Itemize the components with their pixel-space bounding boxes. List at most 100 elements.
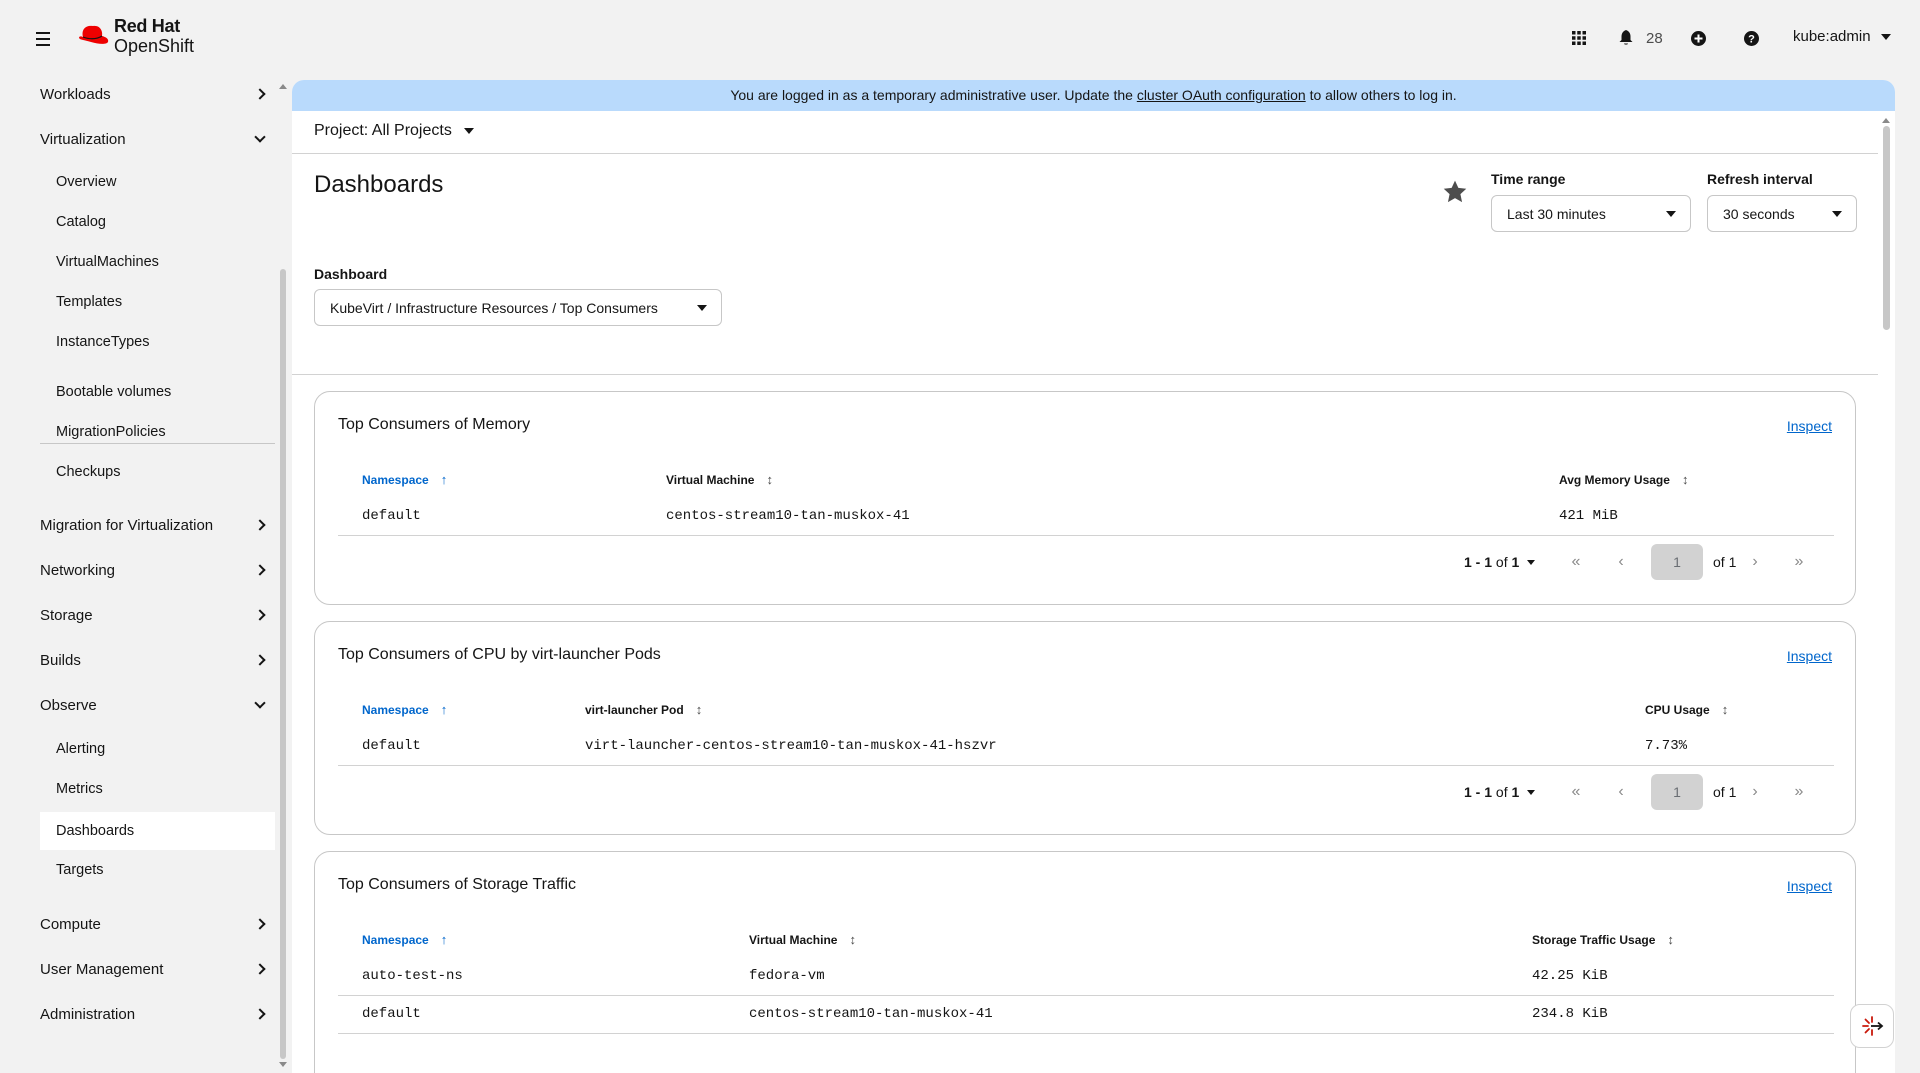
nav-label: Bootable volumes	[56, 384, 172, 400]
previous-page-icon[interactable]: ‹	[1611, 783, 1631, 801]
nav-checkups[interactable]: Checkups	[40, 453, 275, 491]
inspect-link[interactable]: Inspect	[1787, 418, 1832, 434]
per-page-toggle[interactable]: 1 - 1 of 1	[1464, 784, 1536, 800]
page-number-input[interactable]: 1	[1651, 544, 1703, 580]
column-label: virt-launcher Pod	[585, 702, 684, 717]
notifications-button[interactable]: 28	[1612, 24, 1663, 52]
cluster-oauth-link[interactable]: cluster OAuth configuration	[1137, 87, 1306, 103]
dashboard-label: Dashboard	[314, 266, 388, 282]
masthead: Red Hat OpenShift 28 ? kube:admin	[0, 0, 1920, 76]
refresh-interval-select[interactable]: 30 seconds	[1707, 195, 1857, 232]
page-number-input[interactable]: 1	[1651, 774, 1703, 810]
sort-icon: ↕	[766, 472, 773, 487]
scrollbar-thumb[interactable]	[280, 269, 286, 1059]
chevron-right-icon	[254, 654, 266, 666]
scroll-up-arrow-icon[interactable]	[1882, 118, 1890, 123]
nav-bootable-volumes[interactable]: Bootable volumes	[40, 373, 275, 411]
scroll-down-arrow-icon[interactable]	[279, 1062, 287, 1067]
column-label: Namespace	[362, 932, 429, 947]
time-range-select[interactable]: Last 30 minutes	[1491, 195, 1691, 232]
chevron-right-icon	[254, 1008, 266, 1020]
quick-starts-button[interactable]	[1850, 1004, 1894, 1048]
column-header-namespace[interactable]: Namespace ↑	[362, 472, 447, 487]
inspect-link[interactable]: Inspect	[1787, 878, 1832, 894]
row-divider	[338, 1033, 1834, 1034]
nav-label: Overview	[56, 174, 117, 190]
nav-networking[interactable]: Networking	[40, 552, 270, 588]
inspect-link[interactable]: Inspect	[1787, 648, 1832, 664]
column-header-namespace[interactable]: Namespace ↑	[362, 932, 447, 947]
nav-compute[interactable]: Compute	[40, 906, 270, 942]
nav-virtualmachines[interactable]: VirtualMachines	[40, 243, 275, 281]
nav-builds[interactable]: Builds	[40, 642, 270, 678]
nav-storage[interactable]: Storage	[40, 597, 270, 633]
nav-templates[interactable]: Templates	[40, 283, 275, 321]
nav-migration-for-virtualization[interactable]: Migration for Virtualization	[40, 507, 270, 543]
first-page-icon[interactable]: «	[1566, 783, 1586, 801]
first-page-icon[interactable]: «	[1566, 553, 1586, 571]
next-page-icon[interactable]: ›	[1745, 553, 1765, 571]
column-header-avg-memory[interactable]: Avg Memory Usage ↕	[1559, 472, 1688, 487]
card-title: Top Consumers of Memory	[338, 416, 531, 433]
nav-label: Virtualization	[40, 130, 126, 148]
nav-administration[interactable]: Administration	[40, 996, 270, 1032]
nav-instancetypes[interactable]: InstanceTypes	[40, 323, 275, 361]
quick-create-icon[interactable]	[1684, 24, 1712, 52]
help-icon[interactable]: ?	[1737, 24, 1765, 52]
column-header-virtual-machine[interactable]: Virtual Machine ↕	[666, 472, 773, 487]
brand-line1: Red Hat	[114, 16, 180, 36]
sidebar-scrollbar[interactable]	[279, 84, 287, 1067]
nav-user-management[interactable]: User Management	[40, 951, 270, 987]
hamburger-menu-icon[interactable]	[32, 30, 54, 48]
caret-down-icon	[1666, 210, 1676, 217]
main-scrollbar[interactable]	[1880, 118, 1892, 1073]
pagination: 1 - 1 of 1 « ‹ 1 of 1 › »	[315, 774, 1855, 810]
sidebar-nav: Workloads Virtualization Overview Catalo…	[0, 76, 290, 1073]
app-launcher-icon[interactable]	[1565, 24, 1593, 52]
last-page-icon[interactable]: »	[1789, 553, 1809, 571]
pager-of: of	[1495, 784, 1508, 800]
nav-observe[interactable]: Observe	[40, 687, 270, 723]
red-hat-openshift-logo[interactable]: Red Hat OpenShift	[76, 16, 194, 56]
last-page-icon[interactable]: »	[1789, 783, 1809, 801]
caret-down-icon	[1880, 33, 1891, 40]
dashboard-select[interactable]: KubeVirt / Infrastructure Resources / To…	[314, 289, 722, 326]
column-header-virt-launcher-pod[interactable]: virt-launcher Pod ↕	[585, 702, 702, 717]
nav-catalog[interactable]: Catalog	[40, 203, 275, 241]
sort-icon: ↕	[695, 702, 703, 717]
chevron-right-icon	[254, 963, 266, 975]
caret-down-icon	[697, 304, 707, 311]
nav-targets[interactable]: Targets	[40, 851, 275, 889]
cell-cpu-usage: 7.73%	[1645, 738, 1688, 754]
cell-virtual-machine: fedora-vm	[749, 968, 825, 984]
section-divider	[292, 374, 1878, 375]
column-header-virtual-machine[interactable]: Virtual Machine ↕	[749, 932, 856, 947]
nav-metrics[interactable]: Metrics	[40, 770, 275, 808]
per-page-toggle[interactable]: 1 - 1 of 1	[1464, 554, 1536, 570]
project-selector[interactable]: Project: All Projects	[314, 122, 474, 140]
column-header-namespace[interactable]: Namespace ↑	[362, 702, 447, 717]
nav-migrationpolicies[interactable]: MigrationPolicies	[40, 413, 275, 451]
nav-alerting[interactable]: Alerting	[40, 730, 275, 768]
card-title: Top Consumers of Storage Traffic	[338, 876, 577, 893]
next-page-icon[interactable]: ›	[1745, 783, 1765, 801]
card-top-memory: Top Consumers of Memory Inspect Namespac…	[314, 391, 1856, 605]
nav-workloads[interactable]: Workloads	[40, 76, 270, 112]
cell-namespace: default	[362, 508, 421, 524]
nav-virtualization[interactable]: Virtualization	[40, 121, 270, 157]
sort-icon: ↕	[1721, 702, 1729, 717]
time-range-label: Time range	[1491, 171, 1566, 187]
column-header-storage-traffic[interactable]: Storage Traffic Usage ↕	[1532, 932, 1674, 947]
column-header-cpu-usage[interactable]: CPU Usage ↕	[1645, 702, 1728, 717]
user-menu[interactable]: kube:admin	[1793, 28, 1891, 45]
cell-namespace: default	[362, 1006, 421, 1022]
previous-page-icon[interactable]: ‹	[1611, 553, 1631, 571]
chevron-right-icon	[254, 519, 266, 531]
nav-dashboards[interactable]: Dashboards	[40, 812, 275, 850]
column-label: Avg Memory Usage	[1559, 472, 1670, 487]
nav-overview[interactable]: Overview	[40, 163, 275, 201]
brand-line2: OpenShift	[114, 36, 195, 56]
favorite-star-icon[interactable]	[1442, 179, 1468, 205]
scrollbar-thumb[interactable]	[1883, 126, 1890, 330]
scroll-up-arrow-icon[interactable]	[279, 84, 287, 89]
